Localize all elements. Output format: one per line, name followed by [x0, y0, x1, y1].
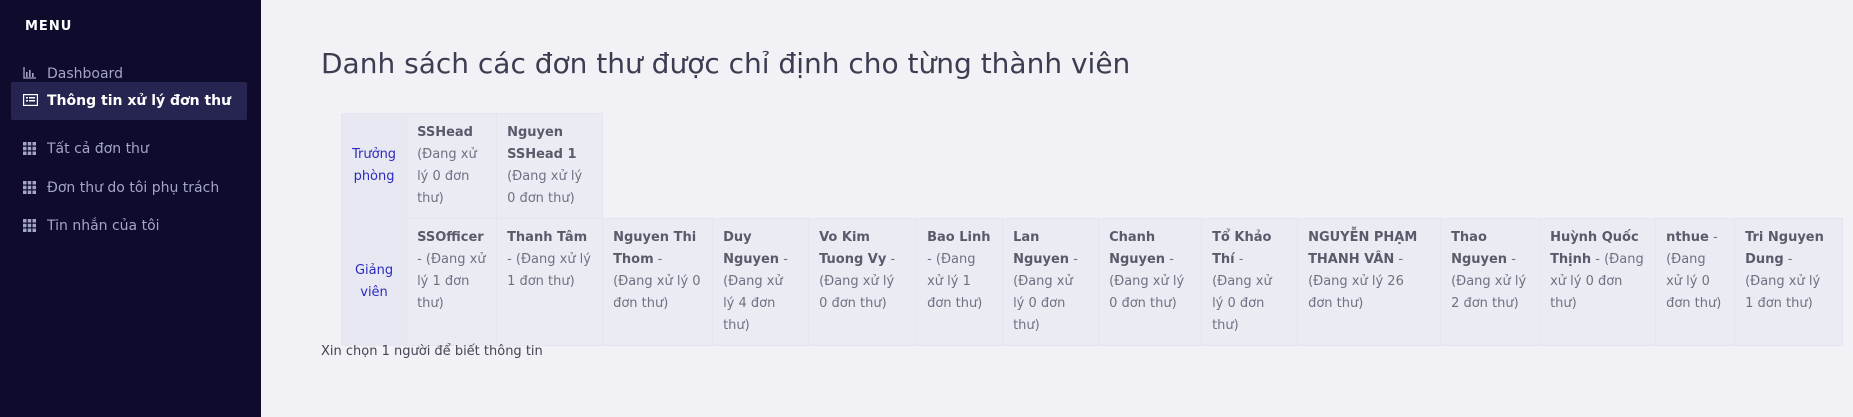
sidebar-item-label: Tất cả đơn thư [47, 141, 149, 157]
member-cell[interactable]: Duy Nguyen - (Đang xử lý 4 đơn thư) [712, 218, 810, 346]
member-status: (Đang xử lý 0 đơn thư) [417, 147, 477, 206]
sidebar: MENU Dashboard Thông tin xử lý đơn thư T… [0, 0, 261, 417]
member-assignment-table: Trưởng phòng SSHead (Đang xử lý 0 đơn th… [340, 113, 1844, 346]
member-cell[interactable]: Tri Nguyen Dung - (Đang xử lý 1 đơn thư) [1734, 218, 1844, 346]
table-row-head-of-department: Trưởng phòng SSHead (Đang xử lý 0 đơn th… [340, 113, 1843, 219]
role-label: Giảng viên [340, 218, 408, 346]
member-cell[interactable]: Nguyen SSHead 1 (Đang xử lý 0 đơn thư) [496, 113, 604, 219]
menu-label: MENU [25, 19, 73, 34]
member-name: Vo Kim Tuong Vy [819, 230, 887, 267]
sidebar-item-label: Dashboard [47, 66, 123, 82]
page-title: Danh sách các đơn thư được chỉ định cho … [321, 47, 1131, 80]
member-cell[interactable]: Thao Nguyen - (Đang xử lý 2 đơn thư) [1440, 218, 1541, 346]
member-cell[interactable]: SSOfficer - (Đang xử lý 1 đơn thư) [406, 218, 498, 346]
grid-icon [23, 219, 39, 233]
sidebar-item-my-messages[interactable]: Tin nhắn của tôi [11, 204, 247, 248]
member-status: (Đang xử lý 0 đơn thư) [507, 169, 583, 206]
sidebar-item-label: Thông tin xử lý đơn thư [47, 93, 232, 109]
list-icon [23, 94, 39, 108]
main-content: Danh sách các đơn thư được chỉ định cho … [261, 0, 1853, 417]
member-cell[interactable]: NGUYỄN PHẠM THANH VÂN - (Đang xử lý 26 đ… [1297, 218, 1442, 346]
member-status: - (Đang xử lý 1 đơn thư) [417, 252, 486, 311]
empty-cell [603, 114, 1843, 219]
member-cell[interactable]: Huỳnh Quốc Thịnh - (Đang xử lý 0 đơn thư… [1539, 218, 1657, 346]
sidebar-item-all-letters[interactable]: Tất cả đơn thư [11, 127, 247, 171]
member-cell[interactable]: Chanh Nguyen - (Đang xử lý 0 đơn thư) [1098, 218, 1203, 346]
sidebar-item-processing-info[interactable]: Thông tin xử lý đơn thư [11, 82, 247, 120]
grid-icon [23, 181, 39, 195]
member-name: Bao Linh [927, 230, 991, 245]
member-cell[interactable]: Thanh Tâm - (Đang xử lý 1 đơn thư) [496, 218, 604, 346]
member-name: SSHead [417, 125, 473, 140]
sidebar-item-label: Đơn thư do tôi phụ trách [47, 180, 220, 196]
sidebar-item-label: Tin nhắn của tôi [47, 218, 160, 234]
member-cell[interactable]: Bao Linh - (Đang xử lý 1 đơn thư) [916, 218, 1004, 346]
member-name: nthue [1666, 230, 1709, 245]
selection-hint: Xin chọn 1 người để biết thông tin [321, 344, 543, 359]
role-label: Trưởng phòng [340, 113, 408, 219]
member-cell[interactable]: Nguyen Thi Thom - (Đang xử lý 0 đơn thư) [602, 218, 714, 346]
member-name: Nguyen SSHead 1 [507, 125, 577, 162]
member-name: Thao Nguyen [1451, 230, 1508, 267]
member-name: Duy Nguyen [723, 230, 780, 267]
table-row-lecturers: Giảng viên SSOfficer - (Đang xử lý 1 đơn… [340, 218, 1844, 346]
member-cell[interactable]: nthue - (Đang xử lý 0 đơn thư) [1655, 218, 1736, 346]
member-status: - (Đang xử lý 1 đơn thư) [507, 252, 591, 289]
grid-icon [23, 142, 39, 156]
member-cell[interactable]: SSHead (Đang xử lý 0 đơn thư) [406, 113, 498, 219]
member-name: Lan Nguyen [1013, 230, 1070, 267]
member-cell[interactable]: Vo Kim Tuong Vy - (Đang xử lý 0 đơn thư) [808, 218, 918, 346]
member-cell[interactable]: Tổ Khảo Thí - (Đang xử lý 0 đơn thư) [1201, 218, 1299, 346]
member-status: - (Đang xử lý 1 đơn thư) [927, 252, 983, 311]
member-name: Thanh Tâm [507, 230, 588, 245]
member-name: Chanh Nguyen [1109, 230, 1166, 267]
member-name: SSOfficer [417, 230, 484, 245]
chart-icon [23, 67, 39, 81]
member-cell[interactable]: Lan Nguyen - (Đang xử lý 0 đơn thư) [1002, 218, 1100, 346]
